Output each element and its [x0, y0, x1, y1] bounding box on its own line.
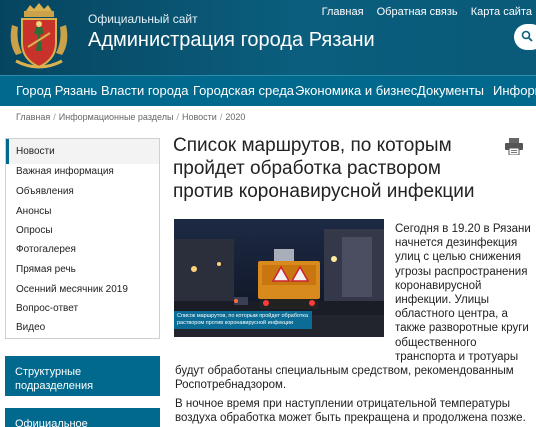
site-title[interactable]: Администрация города Рязани	[88, 29, 375, 52]
article-paragraph-1-full: будут обработаны специальным средством, …	[175, 364, 535, 392]
nav-item-urban-environment[interactable]: Городская среда	[193, 83, 294, 98]
article-paragraph-2: В ночное время при наступлении отрицател…	[175, 397, 535, 425]
site-subtitle: Официальный сайт	[88, 12, 198, 26]
nav-item-city[interactable]: Город Рязань	[16, 83, 97, 98]
official-publication-button[interactable]: Официальное опубликование	[5, 408, 160, 427]
sidebar-active-indicator	[6, 139, 9, 164]
article-paragraph-1-side: Сегодня в 19.20 в Рязани начнется дезинф…	[395, 222, 535, 364]
text-line: общественного	[395, 336, 477, 349]
text-line: инфекции. Улицы	[395, 294, 490, 307]
breadcrumb-separator: /	[219, 112, 223, 122]
text-line: областного центра, а	[395, 308, 508, 321]
article-title: Список маршрутов, по которым пройдет обр…	[173, 135, 475, 202]
sidebar-item-previews[interactable]: Анонсы	[16, 206, 51, 217]
breadcrumb-separator: /	[176, 112, 179, 122]
search-icon	[521, 30, 533, 42]
nav-item-information[interactable]: Информа	[493, 83, 536, 98]
text-line: также разворотные круги	[395, 322, 529, 335]
feedback-link[interactable]: Обратная связь	[377, 6, 458, 18]
sidebar-item-gallery[interactable]: Фотогалерея	[16, 244, 76, 255]
text-line: угрозы распространения	[395, 265, 528, 278]
text-line: улиц с целью снижения	[395, 251, 521, 264]
text-line: будут обработаны специальным средством, …	[175, 365, 514, 377]
sidebar-item-video[interactable]: Видео	[16, 322, 45, 333]
breadcrumb-sections[interactable]: Информационные разделы	[59, 112, 174, 122]
main-nav: Город Рязань Власти города Городская сре…	[0, 75, 536, 106]
text-line: транспорта и тротуары	[395, 350, 519, 363]
coat-of-arms-logo[interactable]	[6, 3, 72, 71]
breadcrumb-separator: /	[53, 112, 56, 122]
sidebar-menu: Новости Важная информация Объявления Ано…	[5, 138, 160, 339]
text-line: В ночное время при наступлении отрицател…	[175, 398, 510, 410]
nav-item-documents[interactable]: Документы	[417, 83, 484, 98]
sidebar-item-announcements[interactable]: Объявления	[16, 186, 74, 197]
breadcrumb: Главная / Информационные разделы / Новости/2…	[16, 112, 245, 122]
sidebar-item-polls[interactable]: Опросы	[16, 225, 53, 236]
breadcrumb-news[interactable]: Новости	[182, 112, 217, 122]
text-line: воздуха обработка может быть прекращена …	[175, 412, 526, 425]
article-photo[interactable]: Список маршрутов, по которым пройдет обр…	[174, 219, 384, 337]
search-button[interactable]	[514, 24, 536, 50]
sidebar-item-direct-speech[interactable]: Прямая речь	[16, 264, 76, 275]
sitemap-link[interactable]: Карта сайта	[471, 6, 532, 18]
nav-item-authorities[interactable]: Власти города	[101, 83, 189, 98]
text-line: Сегодня в 19.20 в Рязани	[395, 223, 531, 235]
text-line: начнется дезинфекция	[395, 237, 518, 250]
sidebar-item-qa[interactable]: Вопрос-ответ	[16, 303, 78, 314]
sidebar-item-autumn-month[interactable]: Осенний месячник 2019	[16, 284, 128, 295]
breadcrumb-year: 2020	[225, 112, 246, 122]
site-header: Официальный сайт Администрация города Ря…	[0, 0, 536, 75]
text-line: коронавирусной	[395, 279, 482, 292]
text-line: Роспотребнадзором.	[175, 379, 287, 392]
sidebar-item-important[interactable]: Важная информация	[16, 166, 114, 177]
sidebar-item-news[interactable]: Новости	[16, 146, 55, 157]
photo-caption: Список маршрутов, по которым пройдет обр…	[174, 311, 312, 329]
structural-divisions-button[interactable]: Структурные подразделения администрации …	[5, 356, 160, 420]
breadcrumb-home[interactable]: Главная	[16, 112, 50, 122]
top-links: Главная Обратная связь Карта сайта	[312, 6, 532, 18]
home-link[interactable]: Главная	[322, 6, 364, 18]
nav-item-economy[interactable]: Экономика и бизнес	[295, 83, 417, 98]
print-icon[interactable]	[505, 138, 523, 155]
